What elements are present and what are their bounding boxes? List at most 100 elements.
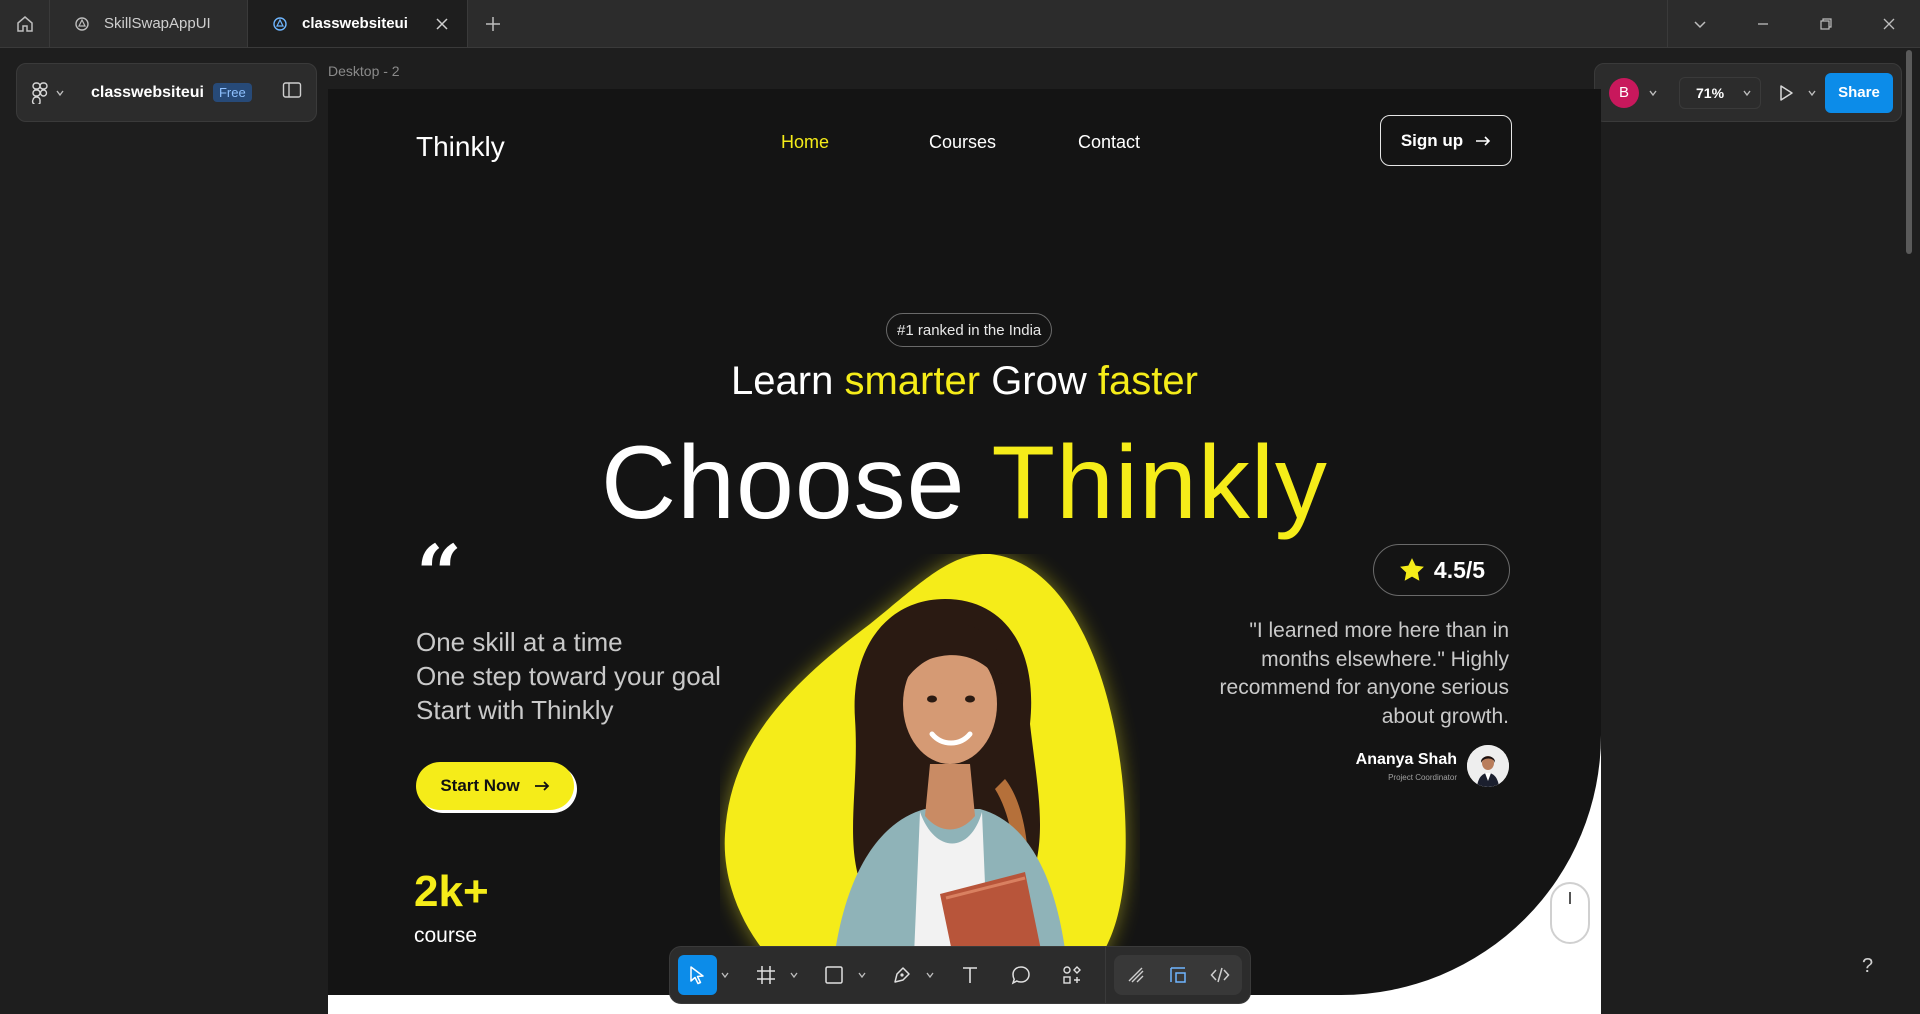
toggle-sidebar-button[interactable] <box>282 81 302 104</box>
pen-icon <box>894 967 910 983</box>
tab-classwebsiteui[interactable]: classwebsiteui <box>248 0 468 47</box>
hero-section: Thinkly Home Courses Contact Sign up #1 … <box>328 89 1601 995</box>
restore-button[interactable] <box>1794 0 1857 47</box>
pen-tool-menu[interactable] <box>921 955 938 995</box>
zoom-control[interactable]: 71% <box>1679 76 1761 109</box>
tagline-word-highlight: smarter <box>844 359 981 403</box>
draw-icon <box>1128 967 1144 983</box>
minimize-icon <box>1757 22 1768 25</box>
draw-mode-button[interactable] <box>1116 955 1156 995</box>
chevron-down-icon <box>56 90 64 96</box>
nav-home[interactable]: Home <box>781 132 829 153</box>
quote-line: One step toward your goal <box>416 661 721 691</box>
dev-mode-button[interactable] <box>1200 955 1240 995</box>
tab-label: SkillSwapAppUI <box>104 15 211 32</box>
shape-tool-button[interactable] <box>814 955 853 995</box>
design-frame[interactable]: Thinkly Home Courses Contact Sign up #1 … <box>328 89 1601 1014</box>
author-name: Ananya Shah <box>1355 750 1457 768</box>
signup-button[interactable]: Sign up <box>1380 115 1512 166</box>
chevron-down-icon <box>926 972 934 979</box>
pen-tool-button[interactable] <box>883 955 922 995</box>
testimonial-text: "I learned more here than in months else… <box>1219 619 1509 728</box>
testimonial-author: Ananya Shah Project Coordinator <box>1356 745 1509 787</box>
quote-text: One skill at a time One step toward your… <box>416 625 721 727</box>
comment-tool-button[interactable] <box>1002 955 1041 995</box>
vertical-scrollbar[interactable] <box>1906 50 1912 254</box>
main-menu-button[interactable] <box>31 81 65 104</box>
tabs-dropdown-button[interactable] <box>1668 0 1731 47</box>
new-tab-button[interactable] <box>468 0 518 47</box>
file-name[interactable]: classwebsiteui <box>91 84 204 102</box>
hero-title-brand: Thinkly <box>991 425 1328 541</box>
minimize-button[interactable] <box>1731 0 1794 47</box>
home-button[interactable] <box>0 0 50 47</box>
tagline-word: Grow <box>991 359 1087 403</box>
text-tool-button[interactable] <box>951 955 990 995</box>
help-button[interactable]: ? <box>1862 955 1873 978</box>
share-button[interactable]: Share <box>1825 72 1893 113</box>
brand-logo: Thinkly <box>416 131 505 162</box>
quote-line: One skill at a time <box>416 627 623 657</box>
design-mode-button[interactable] <box>1158 955 1198 995</box>
close-icon[interactable] <box>435 17 449 31</box>
hero-title-word: Choose <box>601 425 966 541</box>
close-icon <box>1883 18 1894 29</box>
comment-icon <box>1011 966 1030 985</box>
chevron-down-icon[interactable] <box>1645 85 1661 101</box>
arrow-right-icon <box>1476 135 1491 146</box>
tagline: Learn smarter Grow faster <box>328 359 1601 404</box>
components-icon <box>1062 966 1081 984</box>
hero-title: Choose Thinkly <box>328 424 1601 543</box>
move-tool-button[interactable] <box>678 955 717 995</box>
shape-tool-menu[interactable] <box>853 955 870 995</box>
plus-icon <box>486 16 500 31</box>
sidebar-toggle-icon <box>282 82 302 98</box>
mouse-scroll-hint-icon <box>1550 882 1590 944</box>
title-bar: SkillSwapAppUI classwebsiteui <box>0 0 1920 48</box>
assets-tool-button[interactable] <box>1052 955 1091 995</box>
chevron-down-icon <box>1693 20 1706 28</box>
cursor-icon <box>690 966 705 985</box>
tab-skillswapappui[interactable]: SkillSwapAppUI <box>50 0 248 47</box>
play-icon <box>1780 84 1793 101</box>
figma-logo-icon <box>31 81 48 104</box>
nav-courses[interactable]: Courses <box>929 132 996 153</box>
close-window-button[interactable] <box>1857 0 1920 47</box>
text-icon <box>963 967 978 983</box>
rectangle-icon <box>825 966 843 984</box>
file-panel: classwebsiteui Free <box>16 63 317 122</box>
code-icon <box>1210 967 1230 983</box>
author-avatar <box>1467 745 1509 787</box>
frame-tool-button[interactable] <box>746 955 785 995</box>
window-controls <box>1667 0 1920 47</box>
present-button[interactable] <box>1777 84 1817 102</box>
avatar[interactable]: B <box>1609 77 1639 108</box>
plan-badge[interactable]: Free <box>212 83 252 102</box>
quote-line: Start with Thinkly <box>416 695 614 725</box>
stat-value: 2k+ <box>414 867 489 916</box>
hero-illustration <box>724 554 1126 995</box>
mode-switcher <box>1113 955 1242 995</box>
chevron-down-icon <box>790 972 798 979</box>
design-file-icon <box>75 16 89 31</box>
frame-icon <box>756 966 775 984</box>
restore-icon <box>1819 17 1832 30</box>
person-avatar-icon <box>1467 745 1509 787</box>
frame-tool-menu[interactable] <box>785 955 802 995</box>
start-now-button[interactable]: Start Now <box>416 762 574 810</box>
star-icon <box>1400 558 1424 581</box>
move-tool-menu[interactable] <box>717 955 734 995</box>
start-now-label: Start Now <box>440 776 520 795</box>
frame-label[interactable]: Desktop - 2 <box>328 63 400 79</box>
tagline-word: Learn <box>731 359 834 403</box>
toolbar-divider <box>1105 946 1106 1004</box>
chevron-down-icon <box>721 972 729 979</box>
quote-mark: “ <box>416 527 463 621</box>
design-mode-icon <box>1170 967 1186 983</box>
design-file-icon <box>273 16 287 31</box>
rating-badge: 4.5/5 <box>1373 544 1510 596</box>
tools-toolbar <box>669 946 1251 1004</box>
nav-contact[interactable]: Contact <box>1078 132 1140 153</box>
top-right-toolbar: B 71% Share <box>1594 63 1902 122</box>
rank-badge: #1 ranked in the India <box>886 313 1053 347</box>
